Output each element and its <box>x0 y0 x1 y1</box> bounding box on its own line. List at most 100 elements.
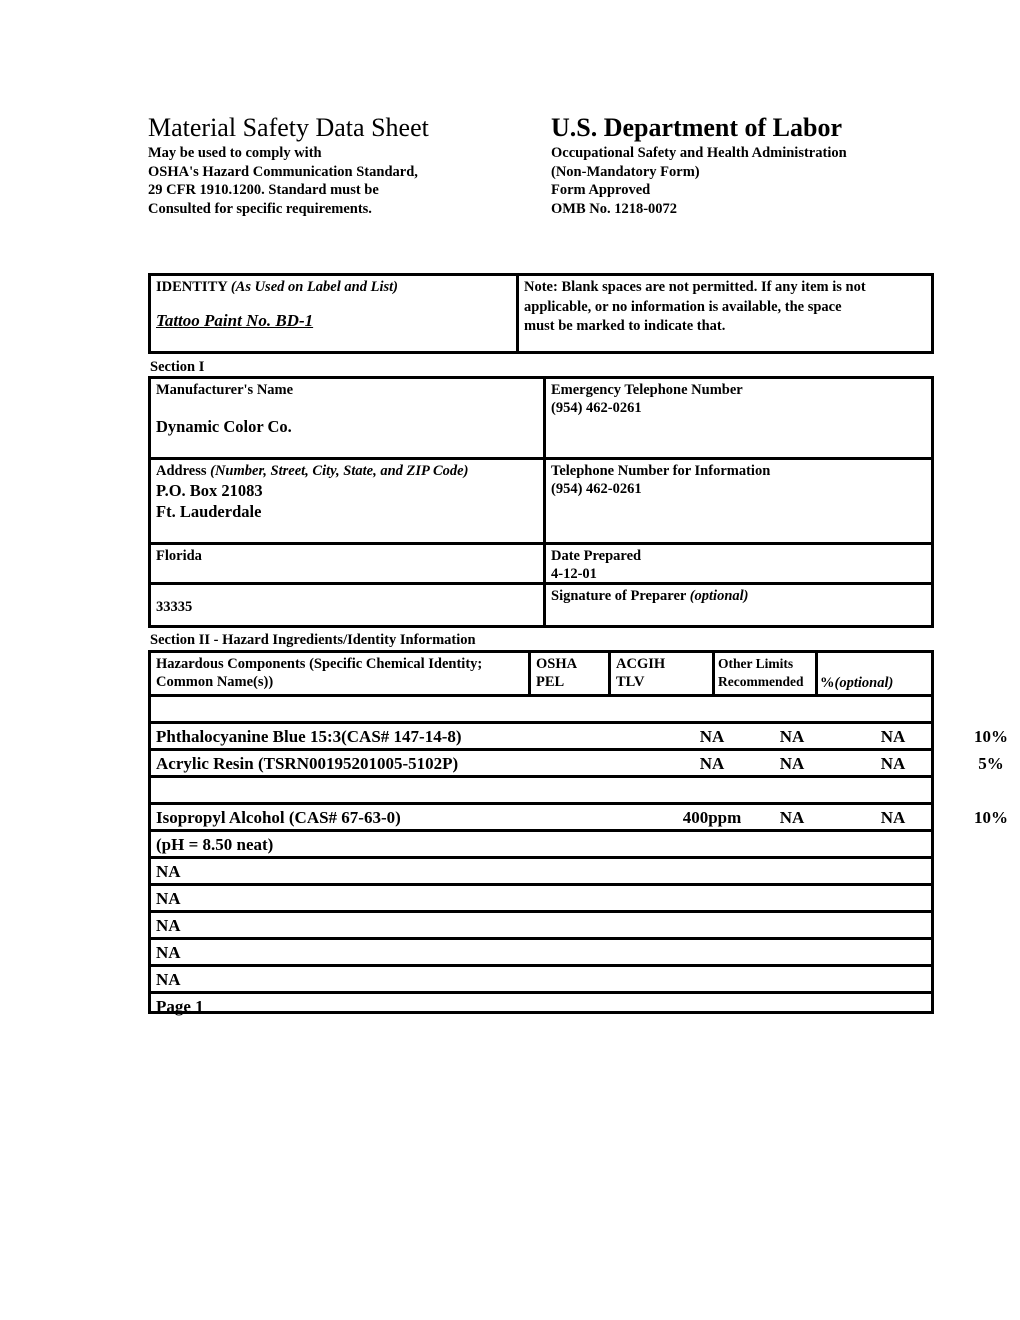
signature-label-hint: (optional) <box>689 588 749 604</box>
ingredient-name: Phthalocyanine Blue 15:3(CAS# 147-14-8) <box>156 727 462 746</box>
ingredient-osha-pel: 400ppm <box>682 808 742 827</box>
header-left-line-2: OSHA's Hazard Communication Standard, <box>148 163 418 180</box>
header-right-line-3: Form Approved <box>551 182 651 198</box>
ingredient-row: Isopropyl Alcohol (CAS# 67-63-0) 400ppm NA… <box>151 805 1008 832</box>
signature-cell[interactable]: Signature of Preparer (optional) <box>546 585 931 625</box>
col-header-acgih: ACGIH <box>616 656 666 672</box>
ingredient-name: NA <box>156 889 181 908</box>
col-header-components: Hazardous Components (Specific Chemical … <box>151 653 531 694</box>
zip-cell: 33335 <box>151 585 546 625</box>
zip-value: 33335 <box>156 599 193 615</box>
col-header-osha-pel: OSHA PEL <box>531 653 611 694</box>
ingredient-other-limits: NA <box>880 808 906 827</box>
ingredient-name: Acrylic Resin (TSRN00195201005-5102P) <box>156 754 459 773</box>
ingredient-name: NA <box>156 943 181 962</box>
identity-note-line-2: applicable, or no information is availab… <box>524 298 842 315</box>
identity-note-line-3: must be marked to indicate that. <box>524 318 726 334</box>
col-header-components-line-2: Common Name(s)) <box>156 674 274 690</box>
emergency-phone-value: (954) 462-0261 <box>551 400 642 416</box>
col-header-percent-row: %(optional) <box>820 674 907 692</box>
header-right-line-2: (Non-Mandatory Form) <box>551 163 700 180</box>
col-header-tlv: TLV <box>616 674 645 690</box>
ingredient-name: NA <box>156 970 181 989</box>
col-header-components-line-1: Hazardous Components (Specific Chemical … <box>156 656 483 672</box>
identity-cell: IDENTITY (As Used on Label and List) Tat… <box>151 276 519 351</box>
document-title: Material Safety Data Sheet <box>148 113 429 142</box>
col-header-other-limits: Other Limits Recommended <box>715 653 818 694</box>
ingredient-percent: 10% <box>974 727 1008 746</box>
identity-label: IDENTITY <box>156 279 228 295</box>
signature-label: Signature of Preparer <box>551 588 687 604</box>
state-value: Florida <box>156 548 202 564</box>
col-header-pel: PEL <box>536 674 565 690</box>
ingredient-name: NA <box>156 862 181 881</box>
col-header-acgih-tlv: ACGIH TLV <box>611 653 715 694</box>
identity-label-hint: (As Used on Label and List) <box>230 279 398 295</box>
date-prepared-value: 4-12-01 <box>551 566 597 582</box>
ingredient-name: NA <box>156 916 181 935</box>
manufacturer-value: Dynamic Color Co. <box>156 417 292 436</box>
emergency-phone-cell: Emergency Telephone Number (954) 462-026… <box>546 379 931 457</box>
header-left-line-1: May be used to comply with <box>148 145 322 161</box>
ingredient-row: NA <box>151 913 931 940</box>
ingredient-percent: 10% <box>974 808 1008 827</box>
header-right-line-1: Occupational Safety and Health Administr… <box>551 145 847 161</box>
document-header: Material Safety Data Sheet May be used t… <box>148 112 934 218</box>
section-ii-caption: Section II - Hazard Ingredients/Identity… <box>150 632 476 648</box>
address-label: Address <box>156 463 207 479</box>
zip-signature-row: 33335 Signature of Preparer (optional) <box>151 585 931 625</box>
ingredient-osha-pel: NA <box>699 727 725 746</box>
ingredient-row: NA <box>151 886 931 913</box>
ingredient-row: NA <box>151 940 931 967</box>
col-header-osha: OSHA <box>536 656 578 672</box>
address-cell: Address (Number, Street, City, State, an… <box>151 460 546 542</box>
manufacturer-row: Manufacturer's Name Dynamic Color Co. Em… <box>151 379 931 460</box>
ingredients-header-row: Hazardous Components (Specific Chemical … <box>151 653 931 697</box>
identity-table: IDENTITY (As Used on Label and List) Tat… <box>148 273 934 354</box>
identity-note-line-1: Note: Blank spaces are not permitted. If… <box>524 279 866 295</box>
identity-note-cell: Note: Blank spaces are not permitted. If… <box>519 276 931 351</box>
signature-label-row: Signature of Preparer (optional) <box>551 587 927 605</box>
ingredient-row: NA <box>151 967 931 994</box>
identity-value: Tattoo Paint No. BD-1 <box>156 311 314 330</box>
ingredient-other-limits: NA <box>880 754 906 773</box>
header-left-line-3: 29 CFR 1910.1200. Standard must be <box>148 182 379 198</box>
ingredient-row: Phthalocyanine Blue 15:3(CAS# 147-14-8) N… <box>151 724 1008 751</box>
ingredient-row: Acrylic Resin (TSRN00195201005-5102P) NA N… <box>151 751 1004 778</box>
ingredient-other-limits: NA <box>880 727 906 746</box>
info-phone-label: Telephone Number for Information <box>551 463 771 479</box>
section-i-table: Manufacturer's Name Dynamic Color Co. Em… <box>148 376 934 628</box>
section-ii-table: Hazardous Components (Specific Chemical … <box>148 650 1008 1016</box>
header-right-line-4: OMB No. 1218-0072 <box>551 200 678 217</box>
state-cell: Florida <box>151 545 546 582</box>
ingredient-name: (pH = 8.50 neat) <box>156 835 274 854</box>
ingredient-acgih-tlv: NA <box>779 754 805 773</box>
emergency-phone-label: Emergency Telephone Number <box>551 382 743 398</box>
state-date-row: Florida Date Prepared 4-12-01 <box>151 545 931 585</box>
ingredient-row: Page 1 <box>151 994 931 1021</box>
ingredient-acgih-tlv: NA <box>779 808 805 827</box>
address-line-2: Ft. Lauderdale <box>156 502 262 521</box>
date-prepared-cell: Date Prepared 4-12-01 <box>546 545 931 582</box>
header-left-column: Material Safety Data Sheet May be used t… <box>148 112 551 218</box>
address-row: Address (Number, Street, City, State, an… <box>151 460 931 545</box>
manufacturer-cell: Manufacturer's Name Dynamic Color Co. <box>151 379 546 457</box>
ingredient-osha-pel: NA <box>699 754 725 773</box>
col-header-other-limits-line-2: Recommended <box>718 674 804 689</box>
date-prepared-label: Date Prepared <box>551 548 642 564</box>
ingredient-name: Page 1 <box>156 997 204 1016</box>
ingredient-acgih-tlv: NA <box>779 727 805 746</box>
manufacturer-label: Manufacturer's Name <box>156 382 294 398</box>
address-label-hint: (Number, Street, City, State, and ZIP Co… <box>210 463 469 479</box>
identity-label-row: IDENTITY (As Used on Label and List) <box>156 278 512 296</box>
address-line-1: P.O. Box 21083 <box>156 481 263 500</box>
header-right-column: U.S. Department of Labor Occupational Sa… <box>551 112 934 218</box>
col-header-other-limits-line-1: Other Limits <box>718 656 794 671</box>
col-header-percent-hint: (optional) <box>834 675 894 691</box>
col-header-percent-symbol: % <box>820 675 835 691</box>
col-header-percent: %(optional) <box>818 653 911 694</box>
ingredients-rows-container: Phthalocyanine Blue 15:3(CAS# 147-14-8) N… <box>151 697 1008 1021</box>
address-label-row: Address (Number, Street, City, State, an… <box>156 462 539 480</box>
ingredient-row: NA <box>151 859 931 886</box>
ingredient-percent: 5% <box>978 754 1004 773</box>
